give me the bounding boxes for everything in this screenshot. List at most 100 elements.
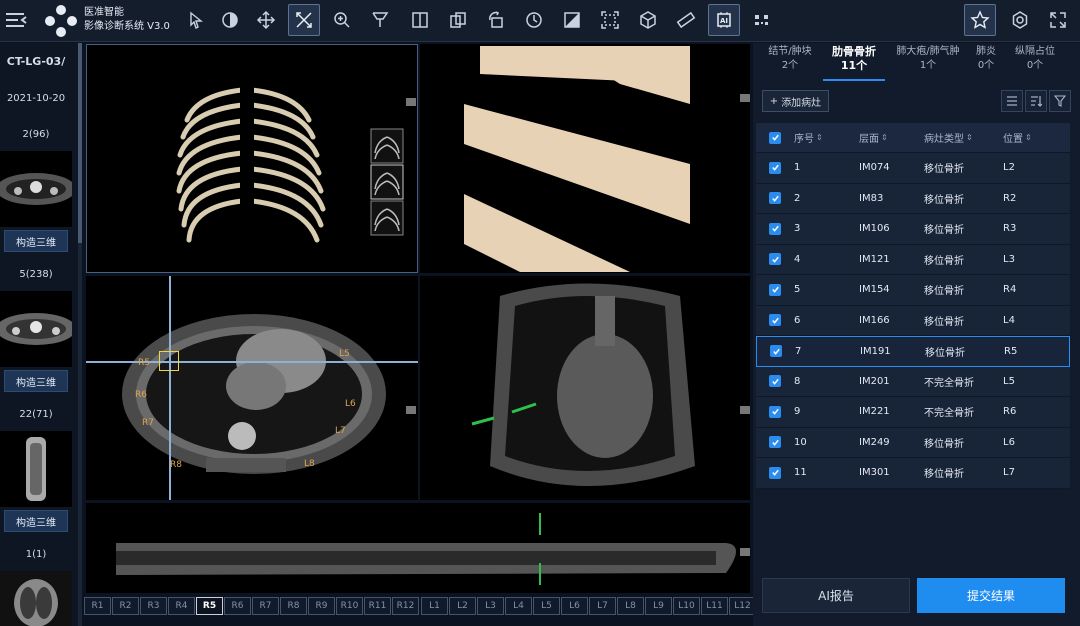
invert-button[interactable] <box>556 4 588 36</box>
category-tab-bulla[interactable]: 肺大疱/肺气肿 1个 <box>889 45 967 73</box>
table-row[interactable]: 5 IM154 移位骨折 R4 <box>756 275 1070 306</box>
viewport-coronal-ct[interactable] <box>420 276 750 500</box>
build-3d-button[interactable]: 构造三维 <box>4 510 68 532</box>
rib-tab-r6[interactable]: R6 <box>224 597 251 615</box>
sidebar-scrollbar-thumb[interactable] <box>78 43 82 243</box>
favorite-button[interactable] <box>964 4 996 36</box>
settings-button[interactable] <box>1004 4 1036 36</box>
column-header-type[interactable]: 病灶类型 ⇕ <box>924 123 973 152</box>
row-checkbox[interactable] <box>769 428 781 458</box>
category-tab-mediastinal[interactable]: 纵隔占位 0个 <box>1007 45 1063 73</box>
filter-button[interactable] <box>1049 90 1071 112</box>
category-tab-pneumonia[interactable]: 肺炎 0个 <box>969 45 1003 73</box>
row-checkbox[interactable] <box>769 275 781 305</box>
rib-tab-l9[interactable]: L9 <box>645 597 672 615</box>
viewport-rib-straightened[interactable] <box>86 503 750 593</box>
table-row[interactable]: 8 IM201 不完全骨折 L5 <box>756 366 1070 397</box>
viewport-zoomed-rib[interactable] <box>420 44 750 273</box>
column-header-position[interactable]: 位置 ⇕ <box>1003 123 1032 152</box>
series-thumbnail[interactable] <box>0 151 72 227</box>
table-row[interactable]: 11 IM301 移位骨折 L7 <box>756 458 1070 489</box>
row-checkbox[interactable] <box>769 397 781 427</box>
rib-tab-l11[interactable]: L11 <box>701 597 728 615</box>
cube-button[interactable] <box>632 4 664 36</box>
crosshair-horizontal-line[interactable] <box>86 361 418 363</box>
zoom-button[interactable] <box>326 4 358 36</box>
rotate-button[interactable] <box>480 4 512 36</box>
table-row[interactable]: 2 IM83 移位骨折 R2 <box>756 183 1070 214</box>
table-row[interactable]: 9 IM221 不完全骨折 R6 <box>756 397 1070 428</box>
viewport-scroll-handle[interactable] <box>406 98 416 106</box>
rib-tab-r4[interactable]: R4 <box>168 597 195 615</box>
category-tab-nodule[interactable]: 结节/肿块 2个 <box>759 45 821 73</box>
table-row[interactable]: 1 IM074 移位骨折 L2 <box>756 153 1070 184</box>
rib-tab-r9[interactable]: R9 <box>308 597 335 615</box>
rib-tab-r5[interactable]: R5 <box>196 597 223 615</box>
viewport-scroll-handle[interactable] <box>740 548 750 556</box>
crosshair-button[interactable] <box>288 4 320 36</box>
ruler-button[interactable] <box>670 4 702 36</box>
layout-button[interactable] <box>404 4 436 36</box>
pan-button[interactable] <box>250 4 282 36</box>
select-tool-button[interactable] <box>180 4 212 36</box>
row-checkbox[interactable] <box>769 306 781 336</box>
table-row[interactable]: 10 IM249 移位骨折 L6 <box>756 427 1070 458</box>
qr-button[interactable] <box>746 4 778 36</box>
rib-tab-r11[interactable]: R11 <box>364 597 391 615</box>
rib-tab-r2[interactable]: R2 <box>112 597 139 615</box>
rib-tab-r3[interactable]: R3 <box>140 597 167 615</box>
viewport-scroll-handle[interactable] <box>406 406 416 414</box>
rib-tab-l2[interactable]: L2 <box>449 597 476 615</box>
row-checkbox[interactable] <box>769 458 781 488</box>
row-checkbox[interactable] <box>769 367 781 397</box>
rib-tab-l5[interactable]: L5 <box>533 597 560 615</box>
row-checkbox[interactable] <box>769 214 781 244</box>
ai-report-button[interactable]: AI报告 <box>762 578 910 613</box>
viewport-axial-ct[interactable]: R5 R6 R7 R8 L5 L6 L7 L8 <box>86 276 418 500</box>
series-thumbnail[interactable] <box>0 431 72 507</box>
column-header-no[interactable]: 序号 ⇕ <box>794 123 823 152</box>
probe-button[interactable] <box>364 4 396 36</box>
menu-toggle-icon[interactable] <box>4 8 28 32</box>
submit-result-button[interactable]: 提交结果 <box>917 578 1065 613</box>
rib-tab-r10[interactable]: R10 <box>336 597 363 615</box>
column-header-layer[interactable]: 层面 ⇕ <box>859 123 888 152</box>
table-row[interactable]: 6 IM166 移位骨折 L4 <box>756 305 1070 336</box>
sync-button[interactable] <box>442 4 474 36</box>
build-3d-button[interactable]: 构造三维 <box>4 370 68 392</box>
rib-tab-r1[interactable]: R1 <box>84 597 111 615</box>
fit-button[interactable] <box>594 4 626 36</box>
select-all-checkbox[interactable] <box>769 123 781 152</box>
rib-tab-l1[interactable]: L1 <box>421 597 448 615</box>
rib-tab-l7[interactable]: L7 <box>589 597 616 615</box>
rib-tab-l6[interactable]: L6 <box>561 597 588 615</box>
list-view-button[interactable] <box>1001 90 1023 112</box>
table-row[interactable]: 3 IM106 移位骨折 R3 <box>756 214 1070 245</box>
window-level-button[interactable] <box>214 4 246 36</box>
viewport-scroll-handle[interactable] <box>740 406 750 414</box>
series-thumbnail[interactable] <box>0 571 72 626</box>
category-tab-rib-fracture[interactable]: 肋骨骨折 11个 <box>823 45 885 73</box>
row-checkbox[interactable] <box>770 337 782 366</box>
fullscreen-button[interactable] <box>1042 4 1074 36</box>
rib-tab-r7[interactable]: R7 <box>252 597 279 615</box>
table-row[interactable]: 7 IM191 移位骨折 R5 <box>756 336 1070 367</box>
table-row[interactable]: 4 IM121 移位骨折 L3 <box>756 244 1070 275</box>
rib-tab-r12[interactable]: R12 <box>392 597 419 615</box>
add-lesion-button[interactable]: + 添加病灶 <box>762 90 829 112</box>
series-thumbnail[interactable] <box>0 291 72 367</box>
history-button[interactable] <box>518 4 550 36</box>
rib-tab-l8[interactable]: L8 <box>617 597 644 615</box>
build-3d-button[interactable]: 构造三维 <box>4 230 68 252</box>
rib-tab-l3[interactable]: L3 <box>477 597 504 615</box>
ai-button[interactable]: AI <box>708 4 740 36</box>
viewport-scroll-handle[interactable] <box>740 94 750 102</box>
rib-tab-r8[interactable]: R8 <box>280 597 307 615</box>
row-checkbox[interactable] <box>769 153 781 183</box>
rib-tab-l4[interactable]: L4 <box>505 597 532 615</box>
row-checkbox[interactable] <box>769 184 781 214</box>
rib-tab-l12[interactable]: L12 <box>729 597 756 615</box>
fracture-marker-box[interactable] <box>159 351 179 371</box>
row-checkbox[interactable] <box>769 245 781 275</box>
rib-tab-l10[interactable]: L10 <box>673 597 700 615</box>
